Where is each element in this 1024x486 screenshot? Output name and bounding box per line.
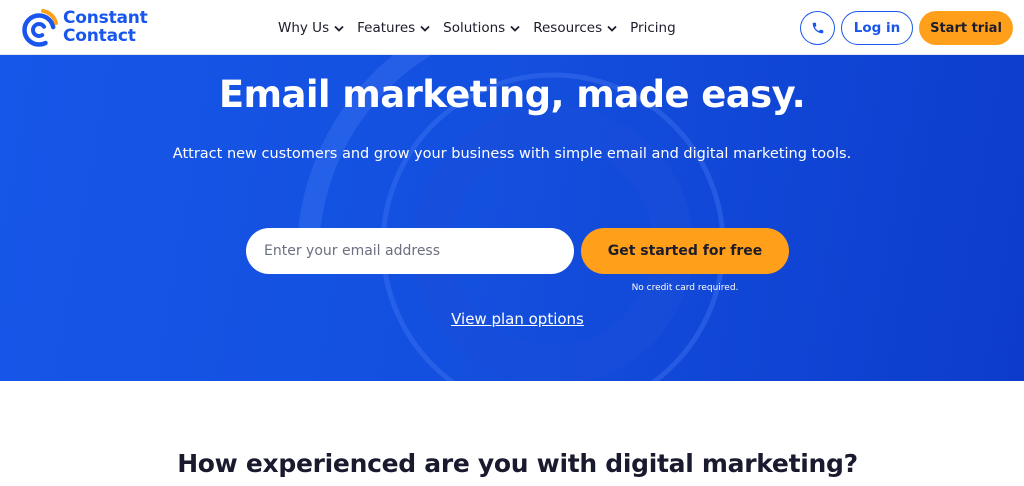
phone-button[interactable] — [800, 11, 835, 45]
hero-title: Email marketing, made easy. — [218, 73, 806, 116]
nav-item-pricing[interactable]: Pricing — [630, 17, 676, 39]
nav-item-label: Solutions — [443, 20, 506, 36]
nav-item-why-us[interactable]: Why Us — [278, 17, 344, 39]
hero-subtitle: Attract new customers and grow your busi… — [172, 146, 852, 162]
nav-item-solutions[interactable]: Solutions — [443, 17, 520, 39]
nav-item-features[interactable]: Features — [357, 17, 430, 39]
chevron-down-icon — [420, 25, 430, 32]
email-input[interactable] — [246, 228, 574, 274]
start-trial-button[interactable]: Start trial — [919, 11, 1013, 45]
chevron-down-icon — [510, 25, 520, 32]
nav-item-label: Pricing — [630, 20, 676, 36]
nav-item-resources[interactable]: Resources — [533, 17, 617, 39]
logo-text-line2: Contact — [63, 26, 136, 46]
nav-item-label: Features — [357, 20, 416, 36]
no-credit-card-note: No credit card required. — [631, 283, 739, 293]
phone-icon — [812, 22, 823, 34]
constant-contact-logo-icon — [22, 9, 58, 47]
view-plan-options-link[interactable]: View plan options — [0, 310, 1024, 328]
get-started-button[interactable]: Get started for free — [581, 228, 789, 274]
main-nav: Why Us Features Solutions Resources Pric… — [278, 17, 689, 39]
hero-section: Email marketing, made easy. Attract new … — [0, 55, 1024, 381]
experience-section-title: How experienced are you with digital mar… — [177, 449, 858, 478]
logo-text-line1: Constant — [63, 8, 148, 28]
nav-item-label: Resources — [533, 20, 603, 36]
logo-wordmark: Constant Contact — [63, 9, 183, 45]
nav-item-label: Why Us — [278, 20, 330, 36]
chevron-down-icon — [334, 25, 344, 32]
login-button[interactable]: Log in — [841, 11, 913, 45]
chevron-down-icon — [607, 25, 617, 32]
site-header: Constant Contact Why Us Features Solutio… — [0, 0, 1024, 55]
